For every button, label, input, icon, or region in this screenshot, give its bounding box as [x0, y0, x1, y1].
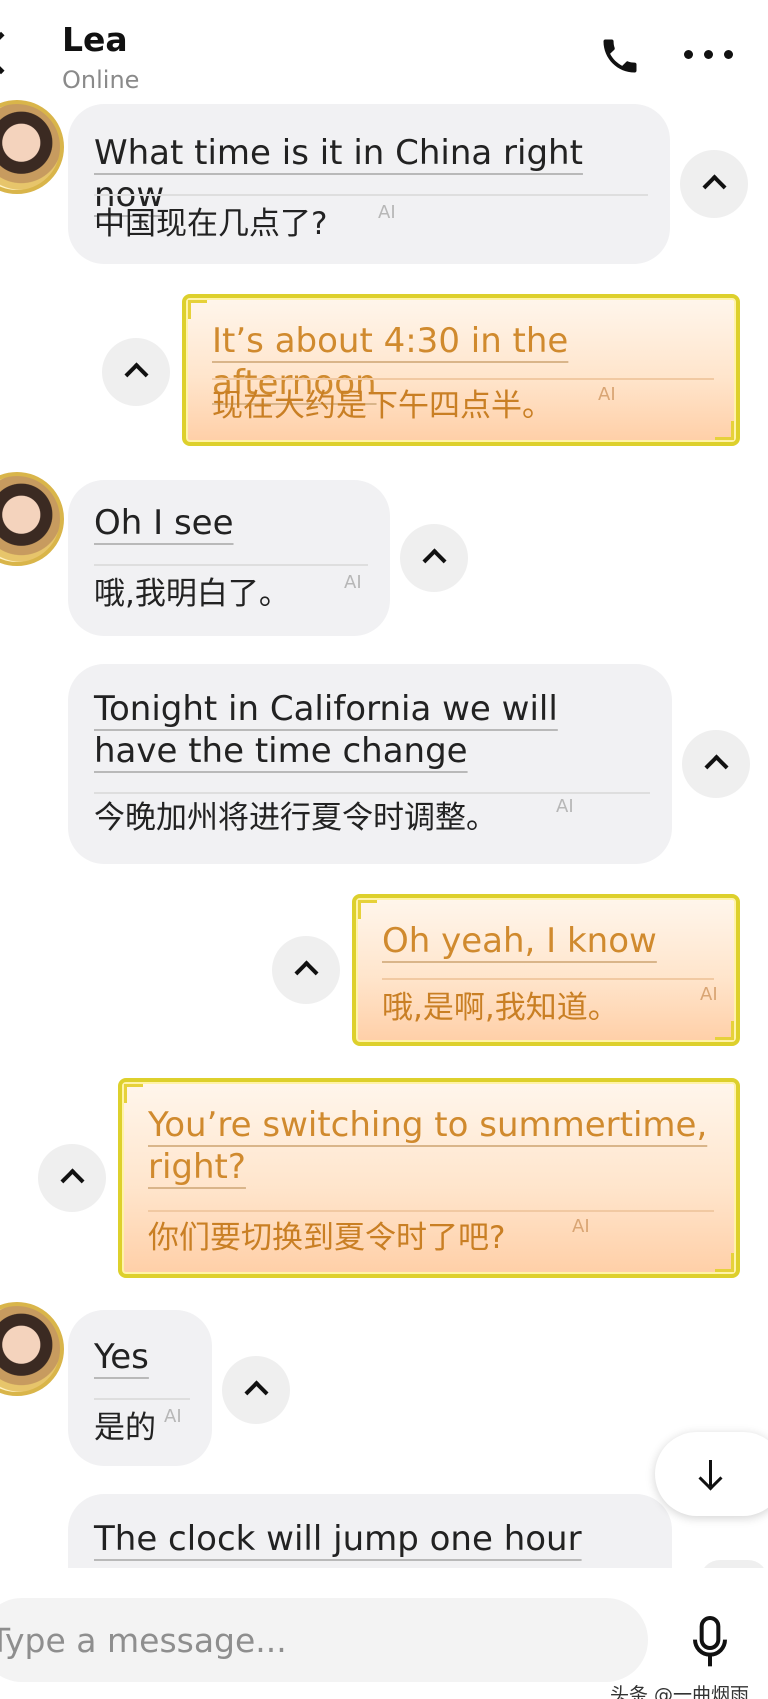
ai-badge: AI [344, 572, 362, 593]
collapse-translation-button[interactable] [222, 1356, 290, 1424]
message-bubble-outgoing[interactable]: It’s about 4:30 in the afternoon 现在大约是下午… [182, 294, 740, 446]
message-bubble-incoming[interactable]: Tonight in California we will have the t… [68, 664, 672, 864]
message-text: Oh I see [94, 503, 234, 543]
message-input[interactable] [0, 1598, 648, 1682]
translation-text: 哦,我明白了。 [94, 576, 290, 612]
ai-badge: AI [164, 1406, 182, 1427]
contact-name[interactable]: Lea [62, 20, 128, 59]
message-text: Tonight in California we will have the t… [94, 689, 558, 771]
ai-badge: AI [556, 796, 574, 817]
ai-badge: AI [572, 1216, 590, 1237]
ai-badge: AI [700, 984, 718, 1005]
message-bubble-incoming[interactable]: What time is it in China right now 中国现在几… [68, 104, 670, 264]
translation-text: 现在大约是下午四点半。 [212, 388, 553, 424]
message-text: You’re switching to summertime, right? [148, 1105, 708, 1187]
message-text: Yes [94, 1337, 149, 1377]
translation-text: 你们要切换到夏令时了吧? [148, 1220, 506, 1256]
microphone-icon[interactable] [690, 1616, 730, 1670]
translation-text: 是的 [94, 1410, 156, 1446]
collapse-translation-button[interactable] [272, 936, 340, 1004]
phone-icon[interactable] [598, 34, 642, 78]
collapse-translation-button[interactable] [682, 730, 750, 798]
collapse-translation-button[interactable] [400, 524, 468, 592]
message-text: Oh yeah, I know [382, 921, 657, 961]
collapse-translation-button[interactable] [38, 1144, 106, 1212]
avatar[interactable] [0, 1302, 64, 1396]
ai-badge: AI [378, 202, 396, 223]
collapse-translation-button[interactable] [680, 150, 748, 218]
translation-text: 哦,是啊,我知道。 [382, 990, 619, 1026]
translation-text: 中国现在几点了? [94, 206, 328, 242]
collapse-translation-button[interactable] [102, 338, 170, 406]
message-text: The clock will jump one hour [94, 1519, 582, 1559]
message-bubble-outgoing[interactable]: Oh yeah, I know 哦,是啊,我知道。 AI [352, 894, 740, 1046]
back-arrow-icon[interactable] [0, 31, 23, 75]
message-bubble-incoming[interactable]: Yes 是的 AI [68, 1310, 212, 1466]
ai-badge: AI [598, 384, 616, 405]
contact-status: Online [62, 66, 140, 94]
avatar[interactable] [0, 100, 64, 194]
chat-header: Lea Online [0, 0, 768, 100]
divider [382, 978, 714, 980]
avatar[interactable] [0, 472, 64, 566]
translation-text: 今晚加州将进行夏令时调整。 [94, 800, 497, 836]
divider [94, 194, 648, 196]
divider [94, 564, 368, 566]
scroll-to-bottom-button[interactable] [655, 1432, 768, 1516]
watermark: 头条 @一曲烟雨 [610, 1684, 750, 1699]
message-bubble-incoming[interactable]: The clock will jump one hour [68, 1494, 672, 1568]
divider [148, 1210, 714, 1212]
divider [94, 1398, 190, 1400]
message-bubble-incoming[interactable]: Oh I see 哦,我明白了。 AI [68, 480, 390, 636]
more-options-icon[interactable] [684, 48, 734, 62]
message-bubble-outgoing[interactable]: You’re switching to summertime, right? 你… [118, 1078, 740, 1278]
divider [94, 792, 650, 794]
divider [212, 378, 714, 380]
